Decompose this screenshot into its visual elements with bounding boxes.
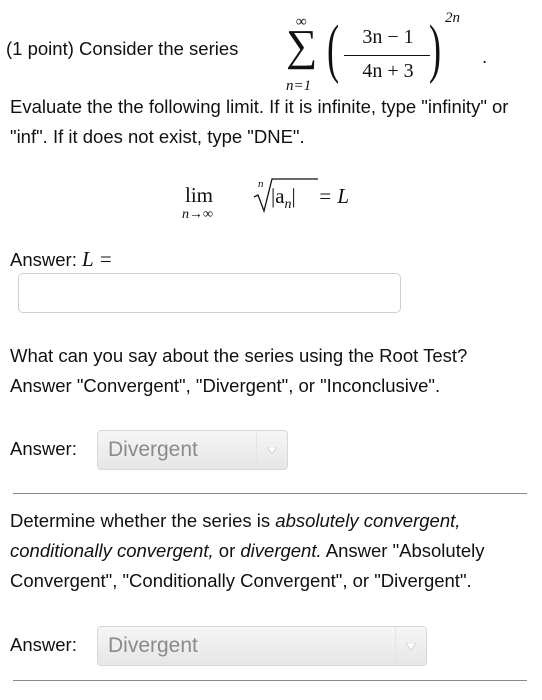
answer-variable: L = xyxy=(81,247,113,271)
series-period: . xyxy=(482,46,488,67)
series-exponent: 2n xyxy=(445,10,460,26)
answer-label-text: Answer: xyxy=(10,249,77,270)
right-paren: ) xyxy=(428,12,442,85)
root-test-selected-value: Divergent xyxy=(108,438,198,461)
q3-text-emph-2: divergent. xyxy=(240,540,322,561)
problem-intro: (1 point) Consider the series xyxy=(6,38,239,59)
radicand-subscript: n xyxy=(284,197,292,213)
answer-label-2: Answer: xyxy=(10,438,77,459)
limit-answer-input[interactable] xyxy=(18,273,401,313)
classification-question: Determine whether the series is absolute… xyxy=(10,506,510,596)
root-test-question: What can you say about the series using … xyxy=(10,345,468,396)
fraction-numerator: 3n − 1 xyxy=(362,26,414,48)
instruction-text: Evaluate the the following limit. If it … xyxy=(10,96,509,147)
divider-1 xyxy=(13,493,527,494)
radicand-close: | xyxy=(291,184,296,208)
chevron-down-icon xyxy=(267,446,277,454)
classification-dropdown-button[interactable] xyxy=(395,627,426,665)
lim-word: lim xyxy=(185,183,214,207)
fraction-denominator: 4n + 3 xyxy=(362,60,414,82)
answer-label-3: Answer: xyxy=(10,634,77,655)
chevron-down-icon xyxy=(406,642,416,650)
equals-l: = L xyxy=(318,184,350,208)
fraction-bar xyxy=(344,55,430,57)
q3-text-c: or xyxy=(213,540,241,561)
classification-selected-value: Divergent xyxy=(108,634,198,657)
classification-select[interactable]: Divergent xyxy=(97,626,427,666)
radicand-a: |a xyxy=(271,184,285,208)
root-index: n xyxy=(258,178,264,190)
root-test-dropdown-button[interactable] xyxy=(256,431,287,469)
left-paren: ( xyxy=(326,12,340,85)
sigma-symbol: ∑ xyxy=(286,21,318,70)
answer-label-1: Answer: L = xyxy=(10,247,113,272)
radicand: |an| xyxy=(271,184,296,213)
root-test-select[interactable]: Divergent xyxy=(97,430,288,470)
lim-subscript: n→∞ xyxy=(182,207,213,222)
q3-text-a: Determine whether the series is xyxy=(10,510,276,531)
divider-2 xyxy=(13,680,527,681)
